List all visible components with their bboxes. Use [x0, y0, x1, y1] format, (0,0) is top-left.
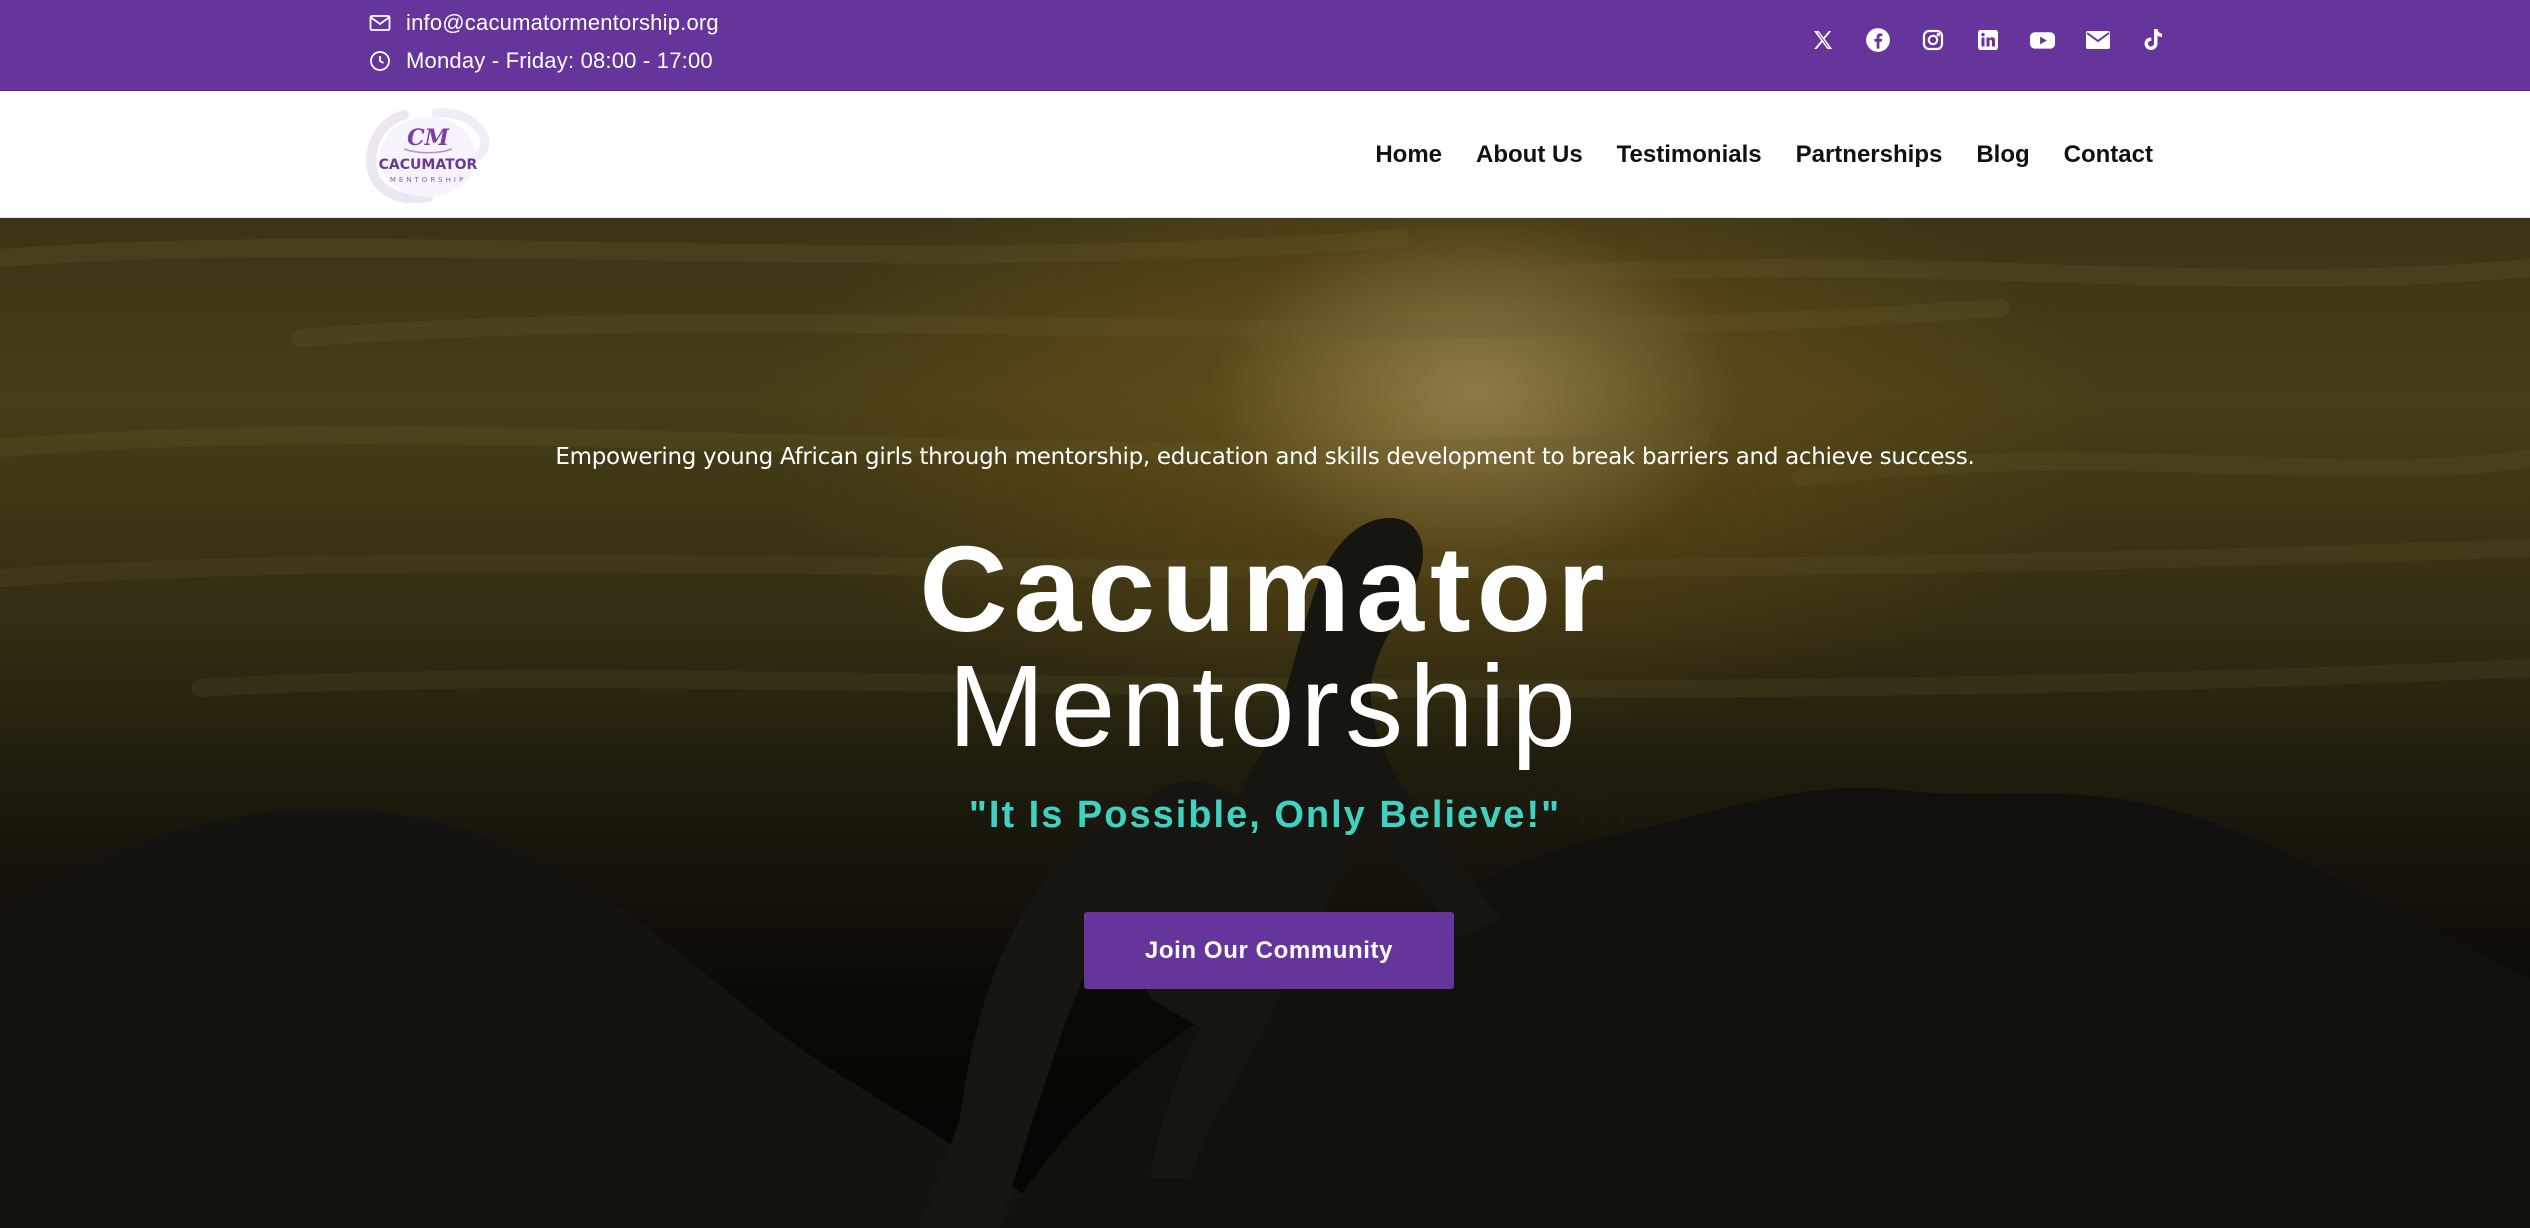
- nav-blog[interactable]: Blog: [1976, 141, 2029, 169]
- hero-tagline: Empowering young African girls through m…: [555, 444, 1975, 470]
- join-community-button[interactable]: Join Our Community: [1084, 912, 1454, 989]
- nav-testimonials[interactable]: Testimonials: [1617, 141, 1762, 169]
- nav-partnerships[interactable]: Partnerships: [1796, 141, 1943, 169]
- hero-section: Empowering young African girls through m…: [0, 218, 2530, 1228]
- hero-title-line-1: Cacumator: [919, 521, 1611, 657]
- facebook-icon[interactable]: [1864, 26, 1891, 53]
- social-links: [1809, 26, 2166, 53]
- site-header: CM CACUMATOR MENTORSHIP Home About Us Te…: [0, 91, 2530, 218]
- email-icon[interactable]: [2084, 26, 2111, 53]
- instagram-icon[interactable]: [1919, 26, 1946, 53]
- svg-text:CACUMATOR: CACUMATOR: [379, 157, 478, 173]
- nav-home[interactable]: Home: [1375, 141, 1442, 169]
- clock-icon: [368, 49, 392, 73]
- main-nav: Home About Us Testimonials Partnerships …: [1375, 91, 2153, 218]
- contact-hours: Monday - Friday: 08:00 - 17:00: [368, 48, 713, 74]
- svg-text:CM: CM: [407, 125, 450, 151]
- top-contact-bar: info@cacumatormentorship.org Monday - Fr…: [0, 0, 2530, 91]
- envelope-icon: [368, 11, 392, 35]
- tiktok-icon[interactable]: [2139, 26, 2166, 53]
- youtube-icon[interactable]: [2029, 26, 2056, 53]
- hero-motto: "It Is Possible, Only Believe!": [968, 794, 1562, 836]
- linkedin-icon[interactable]: [1974, 26, 2001, 53]
- nav-contact[interactable]: Contact: [2064, 141, 2153, 169]
- svg-text:MENTORSHIP: MENTORSHIP: [390, 176, 466, 184]
- x-icon[interactable]: [1809, 26, 1836, 53]
- contact-email[interactable]: info@cacumatormentorship.org: [368, 10, 719, 36]
- hero-title-line-2: Mentorship: [948, 641, 1582, 771]
- nav-about-us[interactable]: About Us: [1476, 141, 1583, 169]
- contact-hours-text: Monday - Friday: 08:00 - 17:00: [406, 48, 713, 73]
- site-logo[interactable]: CM CACUMATOR MENTORSHIP: [366, 107, 490, 204]
- contact-email-text[interactable]: info@cacumatormentorship.org: [406, 10, 719, 36]
